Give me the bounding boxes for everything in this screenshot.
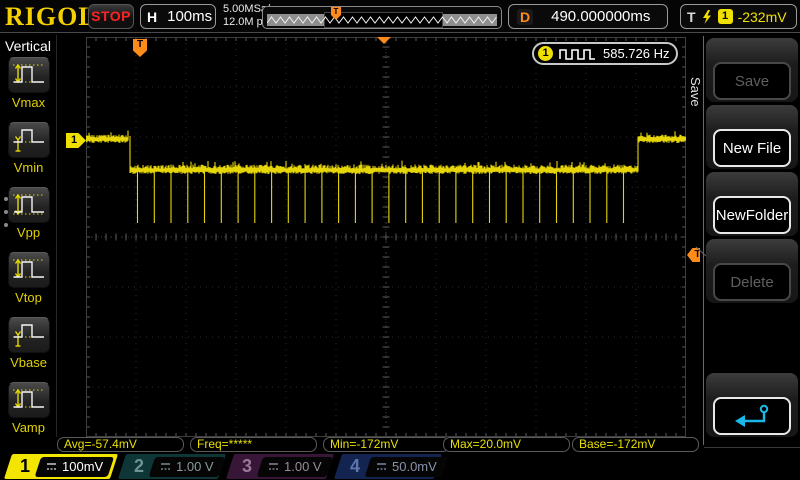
channel2-tab[interactable]: 2 1.00 V bbox=[117, 454, 227, 479]
vbase-icon bbox=[12, 324, 45, 347]
delay-value: 490.000000ms bbox=[551, 8, 651, 25]
vpp-icon bbox=[12, 193, 45, 216]
measurement-freq: Freq=***** bbox=[190, 437, 317, 452]
measurement-max: Max=20.0mV bbox=[443, 437, 570, 452]
channel2-scale-box: 1.00 V bbox=[148, 456, 225, 477]
return-arrow-icon bbox=[735, 404, 769, 427]
measurement-avg: Avg=-57.4mV bbox=[57, 437, 184, 452]
softkey-save[interactable]: Save bbox=[706, 38, 798, 102]
horizontal-timebase-box[interactable]: H 100ms bbox=[140, 4, 216, 29]
vamp-icon bbox=[12, 388, 45, 409]
channel3-scale-box: 1.00 V bbox=[256, 456, 333, 477]
dc-coupling-icon bbox=[377, 463, 387, 470]
rigol-logo: RIGOL bbox=[5, 2, 97, 31]
menu-page-dots bbox=[4, 197, 8, 227]
dc-coupling-icon bbox=[47, 463, 57, 470]
menu-bottom-line bbox=[704, 447, 800, 448]
measurement-base: Base=-172mV bbox=[572, 437, 699, 452]
left-menu-title: Vertical bbox=[5, 38, 51, 54]
trigger-level-value: -232mV bbox=[737, 8, 787, 25]
menu-item-vmin[interactable]: Vmin bbox=[0, 122, 57, 175]
dc-coupling-icon bbox=[269, 463, 279, 470]
menu-item-vmax[interactable]: Vmax bbox=[0, 57, 57, 110]
top-status-bar: RIGOL STOP H 100ms 5.00MSa/s 12.0M pts T… bbox=[0, 0, 800, 33]
menu-divider bbox=[703, 36, 704, 445]
lightning-icon bbox=[702, 9, 711, 24]
softkey-new-folder[interactable]: NewFolder bbox=[706, 172, 798, 236]
menu-item-vamp[interactable]: Vamp bbox=[0, 382, 57, 435]
measurement-row: Avg=-57.4mV Freq=***** Min=-172mV Max=20… bbox=[0, 437, 700, 452]
counter-channel-badge: 1 bbox=[538, 46, 553, 61]
timebase-value: 100ms bbox=[167, 8, 213, 25]
softkey-new-file[interactable]: New File bbox=[706, 105, 798, 169]
delay-label: D bbox=[517, 8, 534, 25]
menu-item-vbase[interactable]: Vbase bbox=[0, 317, 57, 370]
trigger-source-badge: 1 bbox=[717, 9, 733, 24]
overview-waveform bbox=[267, 16, 497, 24]
vmin-icon bbox=[12, 129, 45, 152]
channel-status-bar: 1 100mV 2 1.00 V 3 1.00 V 4 50.0mV bbox=[0, 452, 800, 480]
dc-coupling-icon bbox=[161, 463, 171, 470]
trigger-box[interactable]: T 1 -232mV bbox=[680, 4, 797, 29]
waveform-overview-bar[interactable]: T bbox=[262, 6, 502, 29]
channel1-scale-box: 100mV bbox=[34, 456, 115, 477]
channel4-tab[interactable]: 4 50.0mV bbox=[333, 454, 449, 479]
measurement-min: Min=-172mV bbox=[323, 437, 450, 452]
save-menu: Save Save New File NewFolder Delete bbox=[688, 35, 800, 448]
oscilloscope-screen: RIGOL STOP H 100ms 5.00MSa/s 12.0M pts T… bbox=[0, 0, 800, 480]
frequency-counter-badge: 1 585.726 Hz bbox=[532, 42, 678, 65]
vmax-icon bbox=[12, 63, 45, 84]
channel4-scale-box: 50.0mV bbox=[364, 456, 449, 477]
graticule bbox=[85, 37, 687, 437]
channel3-tab[interactable]: 3 1.00 V bbox=[225, 454, 335, 479]
menu-item-vtop[interactable]: Vtop bbox=[0, 252, 57, 305]
delay-box[interactable]: D 490.000000ms bbox=[508, 4, 668, 29]
softkey-delete[interactable]: Delete bbox=[706, 239, 798, 303]
vtop-icon bbox=[12, 258, 45, 279]
counter-value: 585.726 Hz bbox=[603, 46, 670, 61]
horizontal-label: H bbox=[147, 8, 158, 25]
channel1-ground-marker[interactable]: 1 bbox=[66, 133, 86, 148]
menu-tab-title: Save bbox=[688, 77, 703, 107]
softkey-back[interactable] bbox=[706, 373, 798, 437]
run-state-button[interactable]: STOP bbox=[88, 4, 134, 29]
channel1-tab[interactable]: 1 100mV bbox=[3, 454, 119, 479]
square-wave-icon bbox=[559, 48, 595, 60]
waveform-display-area bbox=[85, 37, 687, 437]
vertical-measure-menu: Vertical Vmax Vmin Vpp Vtop Vbase Vamp bbox=[0, 35, 57, 437]
menu-item-vpp[interactable]: Vpp bbox=[0, 187, 57, 240]
trigger-label: T bbox=[687, 8, 696, 25]
